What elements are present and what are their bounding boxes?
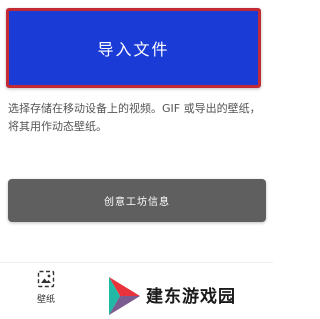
workshop-info-button[interactable]: 创意工坊信息	[8, 179, 266, 222]
bottom-nav-wallpaper[interactable]: 壁纸	[26, 268, 66, 308]
workshop-info-button-label: 创意工坊信息	[104, 197, 170, 208]
bottom-nav-wallpaper-label: 壁纸	[36, 295, 55, 305]
import-file-button[interactable]: 导入文件	[6, 8, 261, 88]
watermark-text: 建东游戏园	[146, 287, 236, 307]
wallpaper-icon	[37, 270, 55, 288]
import-file-button-label: 导入文件	[97, 40, 170, 59]
watermark: 建东游戏园	[106, 272, 266, 317]
import-description: 选择存储在移动设备上的视频。GIF 或导出的壁纸，将其用作动态壁纸。	[8, 102, 261, 133]
bottom-nav-divider	[0, 262, 273, 263]
jiandong-logo-icon	[109, 276, 140, 315]
